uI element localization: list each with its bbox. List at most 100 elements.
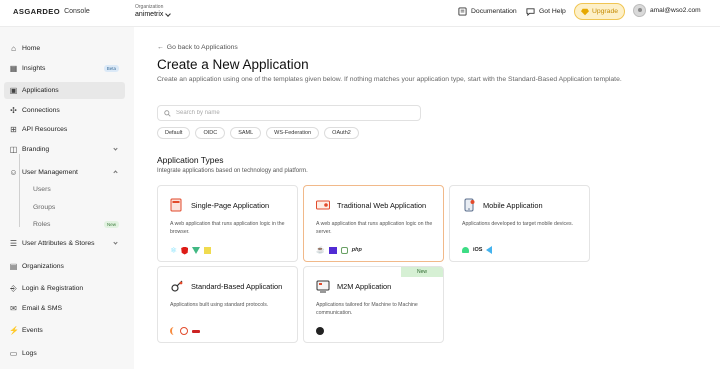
openid-icon xyxy=(170,327,176,335)
organization-switcher[interactable]: Organization animetrix xyxy=(135,4,172,18)
sidebar-item-events[interactable]: ⚡ Events xyxy=(4,322,125,339)
m2m-icon xyxy=(316,280,330,293)
filter-chip-saml[interactable]: SAML xyxy=(230,127,262,139)
sidebar-item-label: Events xyxy=(22,327,43,334)
sidebar-item-label: Home xyxy=(22,45,41,52)
search-box xyxy=(157,105,421,121)
brand[interactable]: ASGARDEO Console xyxy=(13,7,90,16)
attributes-icon: ☰ xyxy=(9,239,18,248)
filter-chip-oidc[interactable]: OIDC xyxy=(195,127,226,139)
applications-icon: ▣ xyxy=(9,86,18,95)
sidebar-item-label: Branding xyxy=(22,146,50,153)
card-title: Mobile Application xyxy=(483,201,543,210)
section-title: Application Types xyxy=(157,155,224,165)
sidebar-item-groups[interactable]: Groups xyxy=(4,199,125,216)
sidebar-item-home[interactable]: ⌂ Home xyxy=(4,40,125,57)
api-icon: ⊞ xyxy=(10,125,17,134)
email-icon: ✉ xyxy=(10,304,17,313)
card-description: Applications tailored for Machine to Mac… xyxy=(316,302,418,316)
sidebar-item-applications[interactable]: ▣ Applications xyxy=(4,82,125,99)
card-description: A web application that runs application … xyxy=(316,221,433,235)
chevron-up-icon xyxy=(113,170,118,175)
card-m2m-application[interactable]: M2M Application New Applications tailore… xyxy=(303,266,444,343)
user-email: amal@wso2.com xyxy=(650,7,701,14)
search-input[interactable] xyxy=(176,110,396,116)
sidebar-item-organizations[interactable]: ▤ Organizations xyxy=(4,258,125,275)
brand-logo: ASGARDEO xyxy=(13,7,61,16)
arrow-left-icon: ← xyxy=(157,44,164,51)
traditional-web-icon xyxy=(316,200,330,210)
chevron-down-icon xyxy=(165,10,172,17)
technology-icons xyxy=(316,327,324,335)
sidebar-item-label: Login & Registration xyxy=(22,285,84,292)
sidebar-item-connections[interactable]: ✣ Connections xyxy=(4,102,125,119)
diamond-icon xyxy=(580,8,589,15)
standard-based-icon xyxy=(171,280,183,292)
card-description: A web application that runs application … xyxy=(170,221,285,235)
oauth-icon xyxy=(180,327,188,335)
sidebar-item-label: Connections xyxy=(22,107,60,114)
sidebar-item-label: Organizations xyxy=(22,263,64,270)
back-link[interactable]: ← Go back to Applications xyxy=(157,44,238,51)
organization-value: animetrix xyxy=(135,11,164,18)
avatar xyxy=(633,4,646,17)
card-mobile-application[interactable]: Mobile Application Applications develope… xyxy=(449,185,590,262)
help-link[interactable]: Got Help xyxy=(526,7,566,16)
technology-icons: ⚛ xyxy=(170,246,212,255)
sidebar-item-branding[interactable]: ◫ Branding xyxy=(4,141,125,158)
sidebar-item-logs[interactable]: ▭ Logs xyxy=(4,345,125,362)
card-title: Standard-Based Application xyxy=(191,282,283,291)
branding-icon: ◫ xyxy=(9,145,18,154)
filter-chips: Default OIDC SAML WS-Federation OAuth2 xyxy=(157,127,359,139)
beta-badge: Beta xyxy=(103,65,119,72)
card-standard-based-application[interactable]: Standard-Based Application Applications … xyxy=(157,266,298,343)
sidebar-item-api-resources[interactable]: ⊞ API Resources xyxy=(4,121,125,138)
brand-console-label: Console xyxy=(64,8,90,15)
mobile-icon xyxy=(464,198,475,212)
filter-chip-ws-federation[interactable]: WS-Federation xyxy=(266,127,320,139)
sidebar-item-login-registration[interactable]: ⎆ Login & Registration xyxy=(4,280,125,297)
insights-icon: ▦ xyxy=(9,64,18,73)
connections-icon: ✣ xyxy=(10,106,17,115)
help-chat-icon xyxy=(526,8,535,16)
flutter-icon xyxy=(486,246,493,254)
sidebar-item-label: Roles xyxy=(33,221,51,228)
filter-chip-default[interactable]: Default xyxy=(157,127,191,139)
sidebar-item-users[interactable]: Users xyxy=(4,181,125,198)
spa-icon xyxy=(170,198,182,212)
sidebar-item-roles[interactable]: Roles New xyxy=(4,216,125,233)
card-description: Applications built using standard protoc… xyxy=(170,302,269,308)
book-icon xyxy=(458,7,467,16)
chevron-down-icon xyxy=(113,146,118,151)
help-label: Got Help xyxy=(539,8,566,15)
user-menu[interactable]: amal@wso2.com xyxy=(633,4,701,17)
top-header: ASGARDEO Console Organization animetrix … xyxy=(0,0,720,27)
logs-icon: ▭ xyxy=(9,349,18,358)
vue-icon xyxy=(192,247,201,254)
card-title: M2M Application xyxy=(337,282,392,291)
section-description: Integrate applications based on technolo… xyxy=(157,168,308,174)
card-title: Single-Page Application xyxy=(191,201,270,210)
page-description: Create an application using one of the t… xyxy=(157,76,622,83)
sidebar-item-insights[interactable]: ▦ Insights Beta xyxy=(4,60,125,77)
filter-chip-oauth2[interactable]: OAuth2 xyxy=(324,127,359,139)
sidebar-item-email-sms[interactable]: ✉ Email & SMS xyxy=(4,300,125,317)
card-single-page-application[interactable]: Single-Page Application A web applicatio… xyxy=(157,185,298,262)
card-traditional-web-application[interactable]: Traditional Web Application A web applic… xyxy=(303,185,444,262)
technology-icons xyxy=(170,327,200,335)
upgrade-button[interactable]: Upgrade xyxy=(574,3,625,20)
sidebar-item-user-management[interactable]: ☺ User Management xyxy=(4,164,125,181)
new-badge: New xyxy=(401,267,443,277)
sidebar-item-user-attributes[interactable]: ☰ User Attributes & Stores xyxy=(4,235,125,252)
sidebar-item-label: Logs xyxy=(22,350,37,357)
documentation-link[interactable]: Documentation xyxy=(458,7,517,16)
sidebar-item-label: User Management xyxy=(22,169,78,176)
php-icon: php xyxy=(351,247,362,253)
machine-icon xyxy=(316,327,324,335)
organization-value-wrap: animetrix xyxy=(135,10,172,18)
new-badge: New xyxy=(103,221,119,228)
home-icon: ⌂ xyxy=(11,44,16,53)
login-icon: ⎆ xyxy=(10,284,17,293)
sidebar-item-label: Email & SMS xyxy=(22,305,63,312)
technology-icons: ☕ php xyxy=(316,246,362,254)
